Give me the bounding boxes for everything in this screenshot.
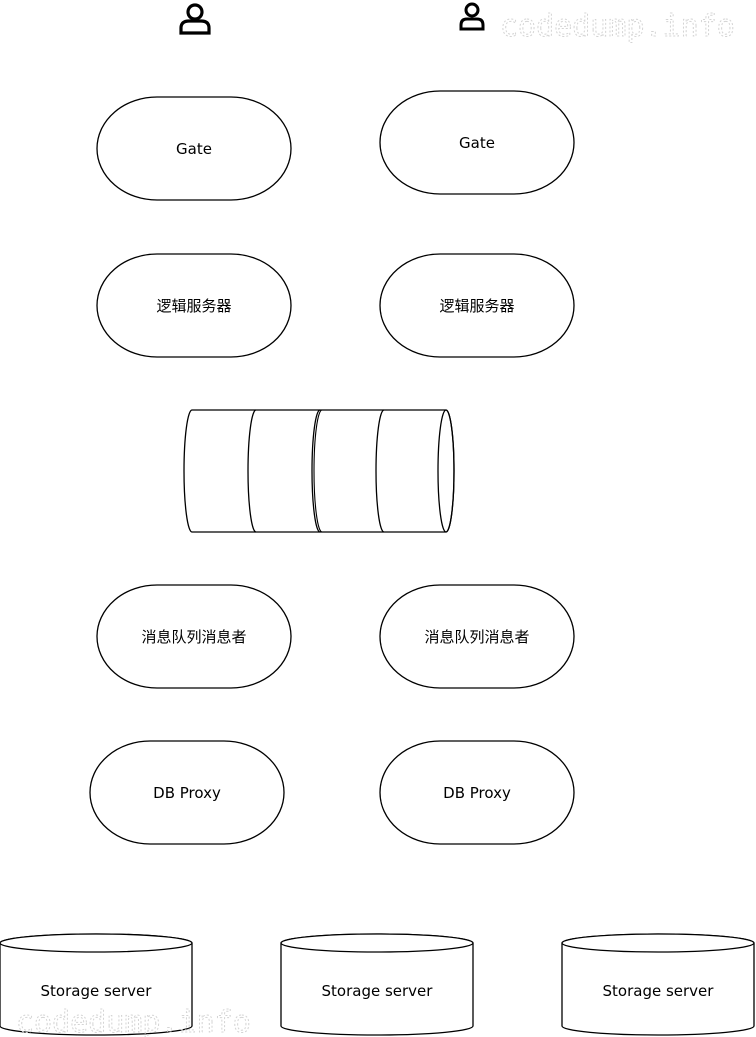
watermark-bottom: codedump.info: [16, 1005, 251, 1037]
db-proxy-left-node: DB Proxy: [89, 740, 285, 845]
watermark-top: codedump.info: [500, 9, 735, 44]
message-queue-icon: [183, 409, 455, 533]
queue-consumer-right-label: 消息队列消息者: [424, 628, 529, 646]
db-proxy-right-label: DB Proxy: [443, 784, 511, 802]
logic-server-left-label: 逻辑服务器: [156, 297, 231, 315]
logic-server-right-node: 逻辑服务器: [379, 253, 575, 358]
storage-server-3-label: Storage server: [603, 982, 715, 1000]
gate-left-label: Gate: [176, 140, 212, 158]
gate-left-node: Gate: [96, 96, 292, 201]
gate-right-label: Gate: [459, 134, 495, 152]
user-icon: [459, 2, 485, 31]
storage-server-3-node: Storage server: [561, 933, 755, 1036]
storage-server-1-label: Storage server: [41, 982, 153, 1000]
queue-consumer-left-label: 消息队列消息者: [141, 628, 246, 646]
logic-server-left-node: 逻辑服务器: [96, 253, 292, 358]
gate-right-node: Gate: [379, 90, 575, 195]
storage-server-2-node: Storage server: [280, 933, 474, 1036]
db-proxy-left-label: DB Proxy: [153, 784, 221, 802]
storage-server-2-label: Storage server: [322, 982, 434, 1000]
db-proxy-right-node: DB Proxy: [379, 740, 575, 845]
logic-server-right-label: 逻辑服务器: [439, 297, 514, 315]
queue-consumer-left-node: 消息队列消息者: [96, 584, 292, 689]
user-icon: [179, 3, 211, 35]
queue-consumer-right-node: 消息队列消息者: [379, 584, 575, 689]
architecture-diagram: codedump.info Gate Gate 逻辑服务器 逻辑服务器 消息队列…: [0, 2, 755, 1037]
